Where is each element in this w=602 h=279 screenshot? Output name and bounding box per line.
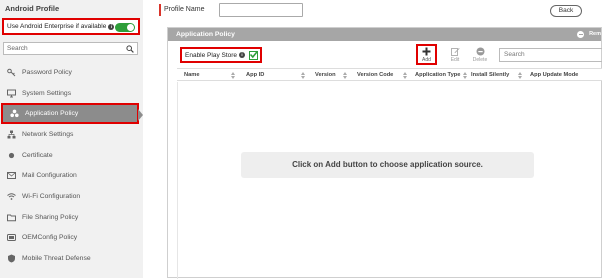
add-label: Add: [422, 56, 431, 63]
key-icon: [7, 68, 16, 77]
android-enterprise-toggle-row: Use Android Enterprise if available i: [2, 18, 140, 35]
policy-search-input[interactable]: Search: [499, 48, 602, 62]
table-header: Name App ID Version Version Code Applica…: [177, 68, 602, 81]
sidebar-item-label: OEMConfig Policy: [22, 234, 78, 242]
profile-name-input[interactable]: [219, 3, 303, 17]
minus-circle-icon: [476, 47, 484, 55]
remove-label: Rem: [589, 31, 601, 37]
sidebar-title: Android Profile: [5, 4, 60, 13]
sidebar-item-application-policy[interactable]: Application Policy: [1, 103, 143, 125]
delete-label: Delete: [472, 56, 488, 63]
application-policy-panel: Application Policy Rem Enable Play Store…: [167, 27, 602, 279]
active-indicator-arrow: [138, 109, 143, 122]
sidebar-item-label: Mail Configuration: [22, 172, 77, 180]
wifi-icon: [7, 192, 16, 201]
monitor-icon: [7, 89, 16, 98]
enable-play-store-checkbox[interactable]: [249, 50, 259, 60]
search-icon[interactable]: [126, 45, 134, 55]
column-header-name[interactable]: Name: [184, 69, 200, 81]
apps-icon: [10, 109, 19, 118]
column-header-version[interactable]: Version: [315, 69, 336, 81]
column-header-app-id[interactable]: App ID: [246, 69, 264, 81]
add-button[interactable]: Add: [416, 44, 437, 65]
shield-icon: [7, 254, 16, 263]
enable-play-store-row: Enable Play Store i: [180, 47, 262, 63]
android-enterprise-label: Use Android Enterprise if available: [7, 23, 107, 30]
sort-icon[interactable]: [343, 72, 348, 79]
sort-icon[interactable]: [301, 72, 306, 79]
sidebar-item-wifi-configuration[interactable]: Wi-Fi Configuration: [0, 186, 143, 207]
sidebar-item-label: Certificate: [22, 151, 53, 159]
folder-icon: [7, 213, 16, 222]
sidebar-item-network-settings[interactable]: Network Settings: [0, 124, 143, 145]
oemconfig-icon: [7, 233, 16, 242]
certificate-icon: [7, 151, 16, 160]
column-header-version-code[interactable]: Version Code: [357, 69, 393, 81]
android-enterprise-toggle[interactable]: [115, 23, 135, 32]
sidebar-search-placeholder: Search: [7, 45, 28, 52]
sidebar-item-label: Wi-Fi Configuration: [22, 192, 81, 200]
sidebar-item-label: Application Policy: [25, 110, 79, 118]
table-body-border: [177, 82, 178, 279]
column-header-app-update-mode[interactable]: App Update Mode: [530, 69, 578, 81]
mail-icon: [7, 171, 16, 180]
sidebar-item-mobile-threat-defense[interactable]: Mobile Threat Defense: [0, 248, 143, 269]
edit-label: Edit: [450, 56, 460, 63]
column-header-application-type[interactable]: Application Type: [415, 69, 460, 81]
back-button[interactable]: Back: [550, 5, 582, 17]
plus-icon: [422, 47, 431, 55]
sidebar-item-label: Network Settings: [22, 130, 74, 138]
profile-name-label: Profile Name: [164, 6, 205, 13]
minus-circle-icon: [577, 31, 585, 38]
sidebar-search-input[interactable]: Search: [3, 42, 138, 55]
sidebar-item-file-sharing-policy[interactable]: File Sharing Policy: [0, 207, 143, 228]
sidebar-item-label: File Sharing Policy: [22, 213, 79, 221]
enable-play-store-label: Enable Play Store: [185, 51, 238, 59]
checkmark-icon: [249, 50, 259, 58]
sort-icon[interactable]: [403, 72, 408, 79]
sort-icon[interactable]: [463, 72, 468, 79]
info-icon[interactable]: i: [239, 52, 246, 58]
sidebar: Android Profile Use Android Enterprise i…: [0, 0, 143, 278]
info-icon[interactable]: i: [108, 23, 115, 30]
sidebar-item-label: Mobile Threat Defense: [22, 255, 91, 263]
network-icon: [7, 130, 16, 139]
edit-icon: [450, 47, 460, 56]
delete-button[interactable]: Delete: [468, 44, 492, 65]
sidebar-item-system-settings[interactable]: System Settings: [0, 83, 143, 104]
empty-state-message: Click on Add button to choose applicatio…: [241, 152, 534, 178]
sidebar-item-mail-configuration[interactable]: Mail Configuration: [0, 165, 143, 186]
sidebar-item-certificate[interactable]: Certificate: [0, 145, 143, 166]
required-marker: [159, 4, 161, 16]
sidebar-item-password-policy[interactable]: Password Policy: [0, 62, 143, 83]
column-header-install-silently[interactable]: Install Silently: [471, 69, 509, 81]
panel-title: Application Policy: [176, 31, 235, 38]
sort-icon[interactable]: [231, 72, 236, 79]
remove-policy-control[interactable]: Rem: [577, 28, 601, 41]
sort-icon[interactable]: [518, 72, 523, 79]
edit-button[interactable]: Edit: [443, 44, 467, 65]
sidebar-item-label: System Settings: [22, 89, 72, 97]
sidebar-item-oemconfig-policy[interactable]: OEMConfig Policy: [0, 228, 143, 249]
panel-header: Application Policy Rem: [168, 28, 601, 41]
sidebar-item-label: Password Policy: [22, 68, 72, 76]
sidebar-menu: Password Policy System Settings Applicat…: [0, 62, 143, 269]
